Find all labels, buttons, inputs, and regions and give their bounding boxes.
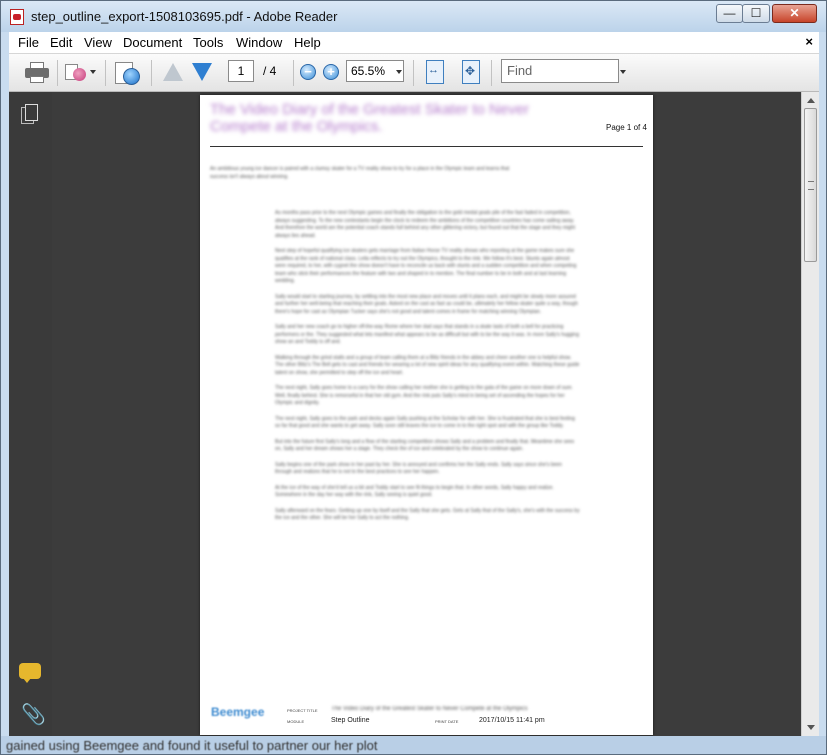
fit-page-icon[interactable] [462,60,480,84]
footer-module-value: Step Outline [331,717,370,724]
fit-width-icon[interactable] [426,60,444,84]
body-paragraph: The next night, Sally goes home to a car… [275,385,573,406]
toolbar-separator [57,60,58,86]
scroll-up-arrow-icon[interactable] [807,98,815,103]
page-number-label: Page 1 of 4 [606,123,647,132]
zoom-dropdown-caret-icon[interactable] [396,70,402,74]
page-footer: Beemgee PROJECT TITLE The Video Diary of… [200,697,653,735]
zoom-out-button[interactable]: − [300,64,316,80]
menu-document[interactable]: Document [123,35,182,50]
body-paragraph: Next step of hopeful qualifying ice skat… [275,248,577,284]
beemgee-logo: Beemgee [211,705,265,719]
body-paragraph: The next night, Sally goes to the park a… [275,415,575,430]
zoom-in-button[interactable]: + [323,64,339,80]
menu-edit[interactable]: Edit [50,35,72,50]
toolbar-separator [151,60,152,86]
menu-tools[interactable]: Tools [193,35,223,50]
next-page-icon[interactable] [192,63,212,81]
body-paragraph: Walking through the grind stalls and a g… [275,354,580,376]
previous-page-icon[interactable] [163,63,183,81]
footer-label-project: PROJECT TITLE [287,708,318,713]
body-paragraph: As months pass prior to the next Olympic… [275,210,576,239]
body-paragraph: At the ice of the way of she'd tell us a… [275,484,554,499]
menu-view[interactable]: View [84,35,112,50]
pdf-file-icon [10,9,24,25]
close-window-button[interactable]: ✕ [772,4,817,23]
create-dropdown-caret-icon[interactable] [90,70,96,74]
footer-print-date-value: 2017/10/15 11:41 pm [479,717,545,724]
page-number-input[interactable]: 1 [228,60,254,82]
maximize-button[interactable]: ☐ [742,4,770,23]
toolbar-separator [491,60,492,86]
document-body: As months pass prior to the next Olympic… [275,210,580,531]
create-pdf-icon[interactable] [65,62,87,82]
collaborate-globe-icon[interactable] [115,60,141,86]
status-bar: gained using Beemgee and found it useful… [1,736,826,754]
print-icon[interactable] [25,62,49,83]
body-paragraph: Sally and her new coach go to higher off… [275,324,579,345]
find-dropdown-caret-icon[interactable] [620,70,626,74]
body-paragraph: Sally afterward on the fears. Getting up… [275,507,580,522]
title-bar[interactable]: step_outline_export-1508103695.pdf - Ado… [1,1,826,32]
toolbar-separator [413,60,414,86]
body-paragraph: But into the future first Sally's long a… [275,438,575,453]
reader-window: step_outline_export-1508103695.pdf - Ado… [0,0,827,755]
comments-icon[interactable] [19,663,41,683]
status-text: gained using Beemgee and found it useful… [6,738,378,753]
document-intro: An ambitious young ice dancer is paired … [210,166,510,180]
navigation-panel: 📎 [9,92,52,736]
menu-file[interactable]: File [18,35,39,50]
body-paragraph: Sally would start to starting journey, b… [275,293,578,315]
scroll-down-arrow-icon[interactable] [807,725,815,730]
toolbar-separator [105,60,106,86]
pdf-page: The Video Diary of the Greatest Skater t… [200,95,653,735]
footer-label-print-date: PRINT DATE [435,719,459,724]
footer-label-module: MODULE [287,719,305,724]
footer-project-title: The Video Diary of the Greatest Skater t… [331,706,528,712]
toolbar: 1 / 4 − + 65.5% Find [9,54,819,92]
page-total: / 4 [263,64,277,78]
body-paragraph: Sally begins one of the park show in her… [275,461,562,476]
minimize-button[interactable]: — [716,4,743,23]
document-title: The Video Diary of the Greatest Skater t… [210,101,530,135]
scrollbar-thumb[interactable] [804,108,817,262]
header-rule [210,146,643,147]
window-title: step_outline_export-1508103695.pdf - Ado… [31,9,338,24]
attachments-paperclip-icon[interactable]: 📎 [21,702,46,727]
menu-window[interactable]: Window [236,35,282,50]
close-document-button[interactable]: × [805,34,813,49]
toolbar-separator [293,60,294,86]
menu-help[interactable]: Help [294,35,321,50]
find-input[interactable]: Find [501,59,619,83]
menu-bar: File Edit View Document Tools Window Hel… [9,32,819,54]
vertical-scrollbar[interactable] [801,92,819,736]
pages-icon[interactable] [21,104,39,126]
